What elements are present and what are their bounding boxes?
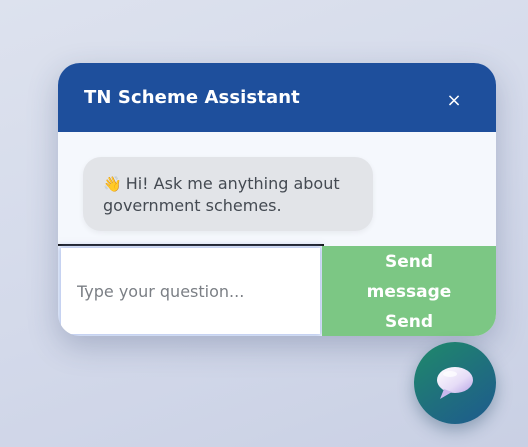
chat-toggle-button[interactable] (414, 342, 496, 424)
close-button[interactable]: × (438, 85, 470, 117)
chat-window: TN Scheme Assistant × 👋 Hi! Ask me anythi… (58, 63, 496, 336)
bot-message: 👋 Hi! Ask me anything about government sc… (83, 157, 373, 231)
question-input[interactable] (61, 248, 320, 334)
message-list: 👋 Hi! Ask me anything about government sc… (58, 132, 496, 246)
send-button[interactable]: Send message Send (322, 246, 496, 336)
input-divider (58, 244, 324, 246)
input-row: Send message Send (58, 244, 496, 336)
bot-message-text: Hi! Ask me anything about government sch… (103, 174, 340, 215)
send-button-label-line2: message (366, 282, 452, 302)
chat-header: TN Scheme Assistant × (58, 63, 496, 132)
send-button-label-line3: Send (384, 312, 434, 332)
wave-icon: 👋 (103, 175, 122, 193)
speech-bubble-icon (437, 367, 473, 399)
chat-title: TN Scheme Assistant (84, 87, 300, 108)
send-button-label-line1: Send (384, 252, 434, 272)
